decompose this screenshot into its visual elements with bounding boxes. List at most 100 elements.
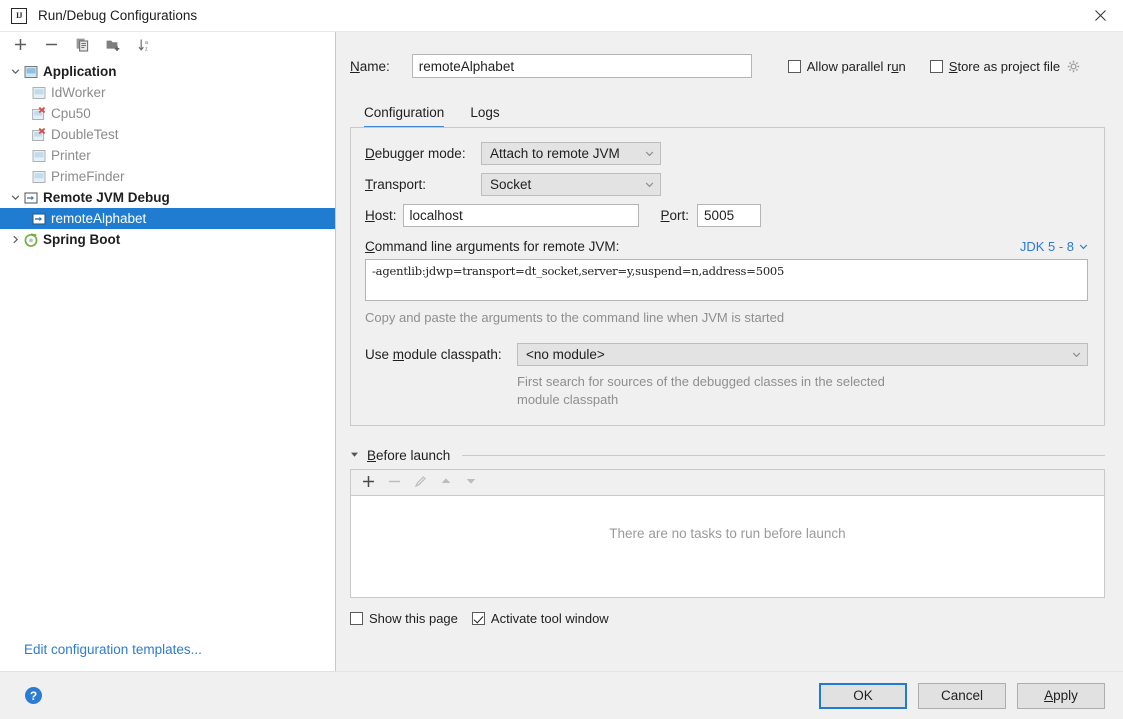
move-task-down-button[interactable] — [465, 475, 477, 490]
application-icon — [31, 148, 47, 164]
tree-node-label: PrimeFinder — [51, 169, 125, 184]
transport-select[interactable]: Socket — [481, 173, 661, 196]
svg-text:z: z — [145, 46, 148, 52]
before-launch-title: Before launch — [367, 448, 451, 463]
transport-row: Transport: Socket — [365, 173, 1088, 196]
question-mark-icon[interactable]: ? — [25, 687, 42, 704]
tree-node-spring-boot[interactable]: Spring Boot — [0, 229, 335, 250]
name-label: Name: — [350, 58, 390, 74]
port-label: Port: — [660, 208, 690, 223]
configurations-tree[interactable]: Application IdWorker Cpu50 DoubleTest Pr… — [0, 57, 335, 671]
module-classpath-value: <no module> — [526, 347, 605, 362]
chevron-down-icon — [1065, 350, 1087, 359]
title-bar: IJ Run/Debug Configurations — [0, 0, 1123, 32]
configuration-editor-panel: Name: remoteAlphabet Allow parallel run … — [336, 32, 1123, 671]
edit-task-button[interactable] — [414, 475, 427, 491]
application-error-icon — [31, 106, 47, 122]
launch-options-row: Show this page Activate tool window — [350, 611, 1105, 626]
save-configuration-button[interactable] — [105, 36, 122, 53]
name-row-options: Allow parallel run Store as project file — [787, 58, 1080, 74]
module-classpath-row: Use module classpath: <no module> — [365, 343, 1088, 366]
tree-node-application[interactable]: Application — [0, 61, 335, 82]
jdk-version-selector[interactable]: JDK 5 - 8 — [1020, 239, 1088, 254]
copy-configuration-button[interactable] — [74, 36, 91, 53]
activate-tool-window-label: Activate tool window — [490, 611, 609, 626]
module-classpath-select[interactable]: <no module> — [517, 343, 1088, 366]
tree-node-label: DoubleTest — [51, 127, 119, 142]
remove-configuration-button[interactable] — [43, 36, 60, 53]
tree-node-printer[interactable]: Printer — [0, 145, 335, 166]
allow-parallel-run-label: Allow parallel run — [806, 58, 906, 74]
tab-logs[interactable]: Logs — [470, 105, 499, 128]
app-icon-text: IJ — [15, 11, 23, 20]
name-row: Name: remoteAlphabet Allow parallel run … — [350, 54, 1105, 78]
allow-parallel-run-checkbox[interactable]: Allow parallel run — [787, 58, 906, 74]
remote-debug-icon — [23, 190, 39, 206]
tree-node-idworker[interactable]: IdWorker — [0, 82, 335, 103]
before-launch-header[interactable]: Before launch — [350, 448, 1105, 463]
command-line-args-textarea[interactable]: -agentlib:jdwp=transport=dt_socket,serve… — [365, 259, 1088, 301]
remove-task-button[interactable] — [388, 475, 401, 491]
tree-node-remotealphabet[interactable]: remoteAlphabet — [0, 208, 335, 229]
jdk-version-label: JDK 5 - 8 — [1019, 239, 1074, 254]
application-icon — [23, 64, 39, 80]
configurations-panel: a z Application IdWorker Cpu50 DoubleTes… — [0, 32, 336, 671]
tree-node-doubletest[interactable]: DoubleTest — [0, 124, 335, 145]
edit-configuration-templates-link[interactable]: Edit configuration templates... — [24, 642, 202, 657]
expander-chevron-right-icon[interactable] — [8, 235, 23, 244]
port-input[interactable]: 5005 — [697, 204, 762, 227]
dialog-buttons: OK Cancel Apply — [819, 682, 1105, 709]
store-as-project-file-checkbox[interactable]: Store as project file — [929, 58, 1080, 74]
tab-configuration[interactable]: Configuration — [364, 105, 445, 128]
before-launch-empty-text: There are no tasks to run before launch — [609, 526, 846, 541]
close-icon[interactable] — [1077, 0, 1123, 31]
editor-tabs[interactable]: Configuration Logs — [350, 100, 1105, 128]
name-input-value: remoteAlphabet — [418, 58, 515, 74]
debugger-mode-select[interactable]: Attach to remote JVM — [481, 142, 661, 165]
tree-node-primefinder[interactable]: PrimeFinder — [0, 166, 335, 187]
name-input[interactable]: remoteAlphabet — [411, 54, 752, 78]
add-configuration-button[interactable] — [12, 36, 29, 53]
host-input-value: localhost — [409, 208, 463, 223]
add-task-button[interactable] — [362, 475, 375, 491]
expander-chevron-down-icon[interactable] — [8, 67, 23, 76]
activate-tool-window-checkbox[interactable]: Activate tool window — [471, 611, 609, 626]
checkbox-box — [471, 612, 485, 625]
tree-node-cpu50[interactable]: Cpu50 — [0, 103, 335, 124]
store-as-project-file-label: Store as project file — [948, 58, 1061, 74]
tree-node-label: Remote JVM Debug — [43, 190, 170, 205]
debugger-mode-label: Debugger mode: — [365, 146, 466, 161]
svg-text:a: a — [145, 40, 148, 46]
chevron-down-icon — [638, 180, 660, 189]
module-hint-line-2: module classpath — [517, 392, 619, 407]
remote-debug-icon — [31, 211, 47, 227]
apply-button[interactable]: Apply — [1017, 682, 1105, 709]
module-hint-line-1: First search for sources of the debugged… — [517, 374, 885, 389]
tree-node-label: Printer — [51, 148, 91, 163]
gear-icon[interactable] — [1067, 60, 1080, 73]
application-icon — [31, 85, 47, 101]
dialog-body: a z Application IdWorker Cpu50 DoubleTes… — [0, 32, 1123, 719]
sort-configurations-button[interactable]: a z — [136, 36, 153, 53]
run-debug-configurations-dialog: IJ Run/Debug Configurations a z Applicat… — [0, 0, 1123, 719]
tree-node-remote-jvm-debug[interactable]: Remote JVM Debug — [0, 187, 335, 208]
show-this-page-checkbox[interactable]: Show this page — [350, 611, 458, 626]
cancel-button[interactable]: Cancel — [918, 682, 1006, 709]
dialog-footer: ? OK Cancel Apply — [0, 671, 1123, 719]
host-label: Host: — [365, 208, 397, 223]
command-line-args-label: Command line arguments for remote JVM: — [365, 239, 620, 254]
before-launch-toolbar — [350, 469, 1105, 495]
tree-toolbar: a z — [0, 32, 335, 57]
debugger-mode-value: Attach to remote JVM — [490, 146, 620, 161]
triangle-down-icon[interactable] — [350, 450, 359, 462]
host-port-row: Host: localhost Port: 5005 — [365, 204, 1088, 227]
tree-node-label: Application — [43, 64, 117, 79]
debugger-mode-row: Debugger mode: Attach to remote JVM — [365, 142, 1088, 165]
ok-button[interactable]: OK — [819, 682, 907, 709]
host-input[interactable]: localhost — [402, 204, 639, 227]
expander-chevron-down-icon[interactable] — [8, 193, 23, 202]
window-title: Run/Debug Configurations — [38, 8, 198, 23]
move-task-up-button[interactable] — [440, 475, 452, 490]
before-launch-task-list[interactable]: There are no tasks to run before launch — [350, 495, 1105, 598]
application-error-icon — [31, 127, 47, 143]
